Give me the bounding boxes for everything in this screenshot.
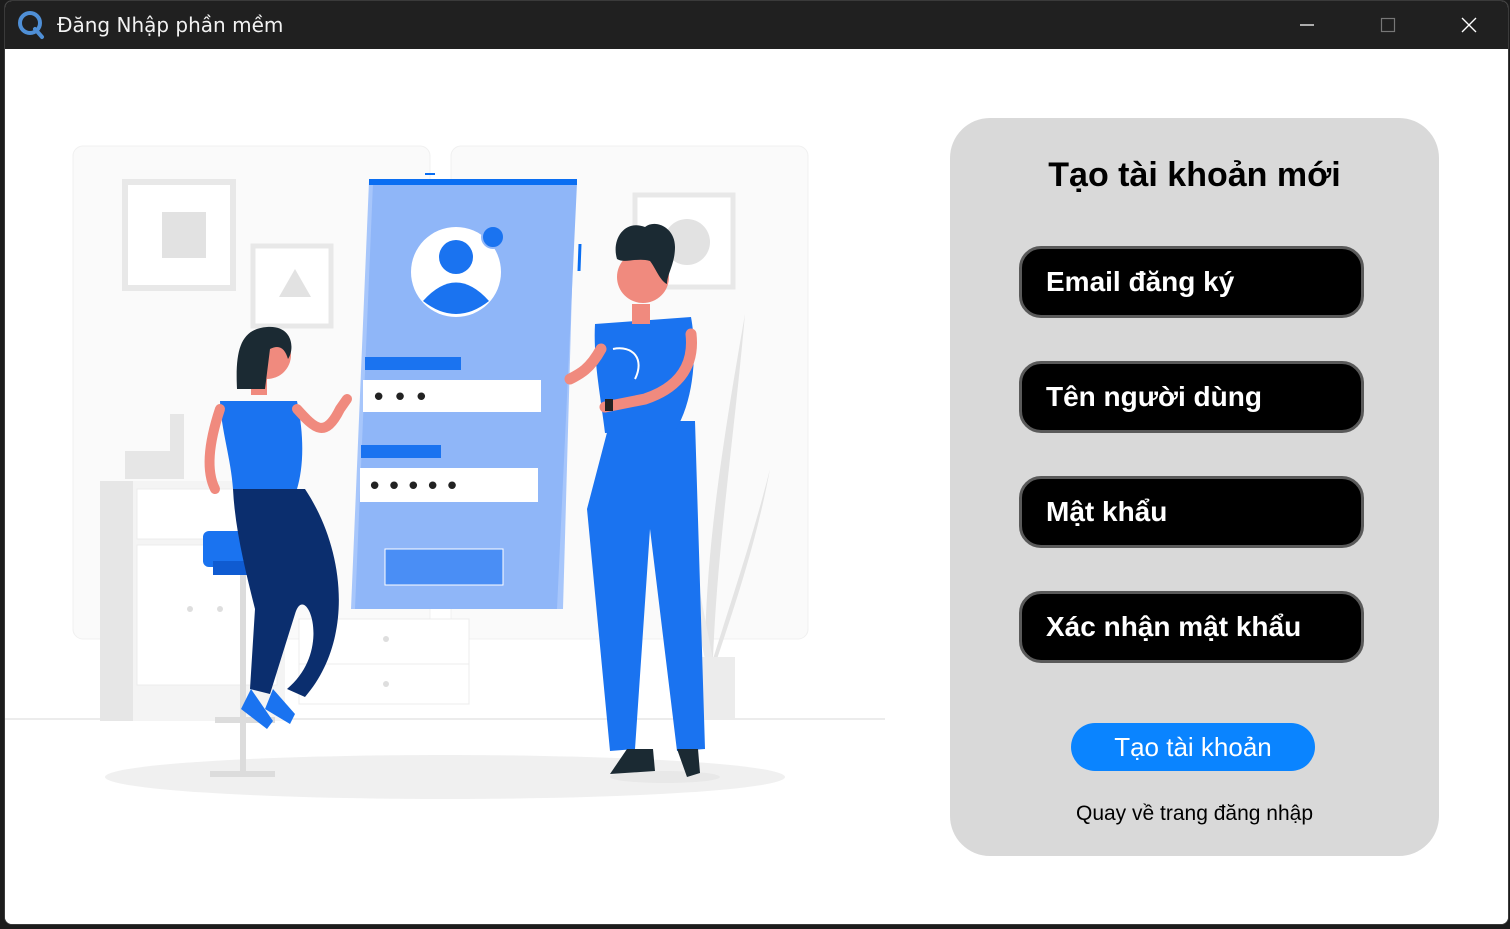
app-window: Đăng Nhập phần mềm ••• ••••• Tạo tài kho… xyxy=(4,0,1509,925)
title-bar[interactable]: Đăng Nhập phần mềm xyxy=(5,1,1508,49)
main-content: ••• ••••• Tạo tài khoản mới Email đăng k… xyxy=(5,49,1508,924)
password-field[interactable] xyxy=(1019,476,1364,548)
email-field[interactable] xyxy=(1019,246,1364,318)
close-button[interactable] xyxy=(1429,1,1508,49)
window-title: Đăng Nhập phần mềm xyxy=(57,13,284,37)
minimize-button[interactable] xyxy=(1267,1,1347,49)
back-to-login-link[interactable]: Quay về trang đăng nhập xyxy=(950,802,1439,826)
create-account-button[interactable]: Tạo tài khoản xyxy=(1071,723,1315,771)
sign-up-illustration: ••• ••••• xyxy=(5,145,885,799)
close-icon xyxy=(1461,17,1477,33)
minimize-icon xyxy=(1300,24,1314,26)
password-mask-1: ••• xyxy=(371,383,435,413)
q-logo-icon xyxy=(18,11,44,39)
maximize-button[interactable] xyxy=(1348,1,1428,49)
register-panel: Tạo tài khoản mới Tạo tài khoản Quay về … xyxy=(950,118,1439,856)
username-field[interactable] xyxy=(1019,361,1364,433)
confirm-password-input[interactable] xyxy=(1022,594,1361,660)
password-mask-2: ••••• xyxy=(367,472,464,502)
form-title: Tạo tài khoản mới xyxy=(1048,156,1341,194)
email-input[interactable] xyxy=(1022,249,1361,315)
username-input[interactable] xyxy=(1022,364,1361,430)
confirm-password-field[interactable] xyxy=(1019,591,1364,663)
maximize-icon xyxy=(1380,17,1396,33)
password-input[interactable] xyxy=(1022,479,1361,545)
